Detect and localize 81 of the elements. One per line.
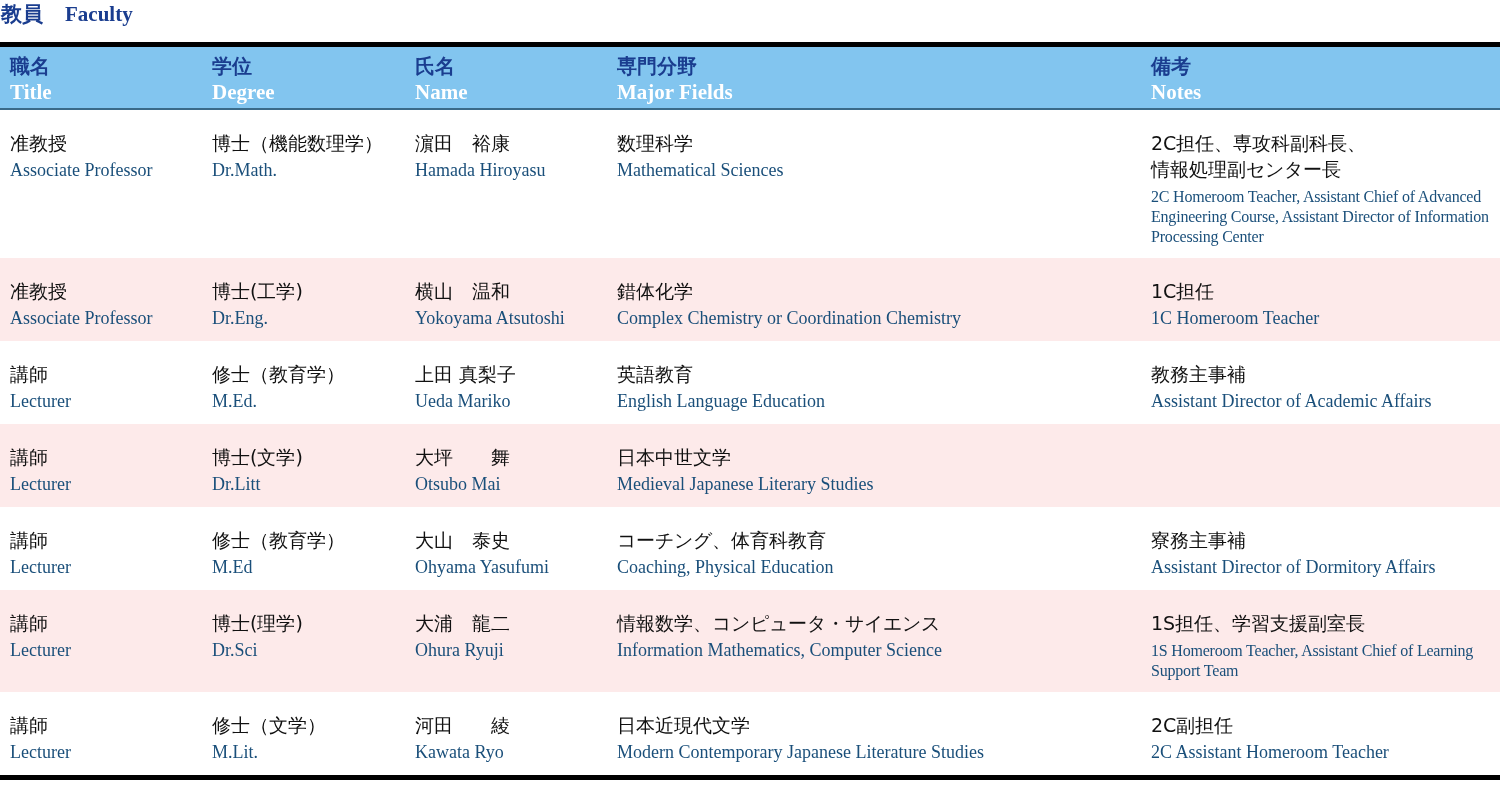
page-heading: Faculty (65, 1, 133, 28)
column-heading: Major Fields (617, 79, 733, 105)
table-cell-text: Lecturer (10, 556, 71, 579)
table-cell-text: Lecturer (10, 741, 71, 764)
column-heading: 職名 (10, 53, 50, 79)
table-cell-text: 1C担任 (1151, 279, 1215, 304)
table-cell-text: 講師 (10, 611, 48, 636)
table-cell-text: 講師 (10, 362, 48, 387)
table-cell-text: Ueda Mariko (415, 390, 511, 413)
column-heading: Notes (1151, 79, 1202, 105)
table-cell-text: Hamada Hiroyasu (415, 159, 546, 182)
table-cell-text: Lecturer (10, 390, 71, 413)
table-cell-text: 1S Homeroom Teacher, Assistant Chief of Learning Support Team (1151, 641, 1475, 681)
table-cell-text: Dr.Sci (212, 639, 258, 662)
table-cell-text: 大浦 龍二 (415, 611, 510, 636)
table-cell-text: 錯体化学 (617, 279, 693, 304)
table-cell-text: 修士（教育学） (212, 528, 345, 553)
table-cell-text: Associate Professor (10, 307, 153, 330)
table-cell-text: 博士（機能数理学） (212, 131, 383, 156)
table-cell-text: 修士（教育学） (212, 362, 345, 387)
table-cell-text: 日本近現代文学 (617, 713, 750, 738)
column-heading: Degree (212, 79, 275, 105)
table-cell-text: 講師 (10, 713, 48, 738)
table-cell-text: Kawata Ryo (415, 741, 504, 764)
table-cell-text: 講師 (10, 528, 48, 553)
table-cell-text: 濵田 裕康 (415, 131, 510, 156)
table-cell-text: 博士(理学) (212, 611, 303, 636)
table-cell-text: 准教授 (10, 131, 67, 156)
table-cell-text: 情報処理副センター長 (1151, 157, 1341, 182)
table-cell-text: Otsubo Mai (415, 473, 501, 496)
column-heading: 備考 (1151, 53, 1191, 79)
table-cell-text: 教務主事補 (1151, 362, 1246, 387)
column-heading: Title (10, 79, 52, 105)
table-cell-text: 博士(文学) (212, 445, 303, 470)
table-cell-text: M.Lit. (212, 741, 258, 764)
table-cell-text: Coaching, Physical Education (617, 556, 834, 579)
table-cell-text: 寮務主事補 (1151, 528, 1246, 553)
table-cell-text: 大坪 舞 (415, 445, 510, 470)
table-cell-text: Dr.Litt (212, 473, 261, 496)
table-cell-text: Ohura Ryuji (415, 639, 504, 662)
table-cell-text: Medieval Japanese Literary Studies (617, 473, 874, 496)
table-cell-text: 2C Assistant Homeroom Teacher (1151, 741, 1389, 764)
table-cell-text: コーチング、体育科教育 (617, 528, 826, 553)
table-cell-text: Mathematical Sciences (617, 159, 784, 182)
table-cell-text: 数理科学 (617, 131, 693, 156)
table-cell-text: Lecturer (10, 639, 71, 662)
column-heading: 氏名 (415, 53, 455, 79)
column-heading: Name (415, 79, 468, 105)
page-heading: 教員 (1, 1, 43, 28)
table-cell-text: Lecturer (10, 473, 71, 496)
table-cell-text: M.Ed. (212, 390, 257, 413)
table-cell-text: Complex Chemistry or Coordination Chemistry (617, 307, 961, 330)
table-cell-text: Associate Professor (10, 159, 153, 182)
table-cell-text: 上田 真梨子 (415, 362, 517, 387)
table-cell-text: 修士（文学） (212, 713, 326, 738)
column-heading: 専門分野 (617, 53, 697, 79)
table-cell-text: Assistant Director of Dormitory Affairs (1151, 556, 1436, 579)
table-cell-text: Modern Contemporary Japanese Literature Studies (617, 741, 984, 764)
table-cell-text: 河田 綾 (415, 713, 510, 738)
table-cell-text: Information Mathematics, Computer Science (617, 639, 942, 662)
table-cell-text: 2C副担任 (1151, 713, 1234, 738)
table-cell-text: 大山 泰史 (415, 528, 510, 553)
table-cell-text: 日本中世文学 (617, 445, 731, 470)
table-cell-text: Assistant Director of Academic Affairs (1151, 390, 1432, 413)
table-cell-text: 2C担任、専攻科副科長、 (1151, 131, 1367, 156)
table-cell-text: 情報数学、コンピュータ・サイエンス (617, 611, 940, 636)
table-cell-text: 横山 温和 (415, 279, 510, 304)
table-cell-text: 講師 (10, 445, 48, 470)
table-cell-text: 1S担任、学習支援副室長 (1151, 611, 1366, 636)
table-cell-text: Yokoyama Atsutoshi (415, 307, 565, 330)
table-cell-text: 2C Homeroom Teacher, Assistant Chief of Advanced Engineering Course, Assistant Director of Information Processing Center (1151, 187, 1490, 247)
table-cell-text: 英語教育 (617, 362, 693, 387)
column-heading: 学位 (212, 53, 252, 79)
table-cell-text: Ohyama Yasufumi (415, 556, 549, 579)
table-cell-text: Dr.Eng. (212, 307, 268, 330)
table-cell-text: 准教授 (10, 279, 67, 304)
table-cell-text: Dr.Math. (212, 159, 277, 182)
table-cell-text: 1C Homeroom Teacher (1151, 307, 1320, 330)
table-cell-text: English Language Education (617, 390, 825, 413)
table-cell-text: M.Ed (212, 556, 253, 579)
table-cell-text: 博士(工学) (212, 279, 303, 304)
